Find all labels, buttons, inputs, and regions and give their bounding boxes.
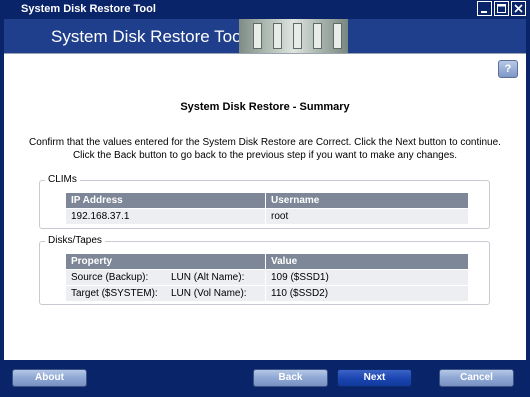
maximize-button[interactable] [494, 1, 509, 16]
maximize-icon [497, 4, 506, 13]
drive-slot [253, 23, 262, 49]
close-button[interactable] [511, 1, 526, 16]
clims-group-label: CLIMs [45, 174, 80, 185]
help-button[interactable]: ? [498, 60, 518, 78]
window-title: System Disk Restore Tool [21, 3, 156, 15]
page-title: System Disk Restore - Summary [180, 101, 350, 113]
header-banner: System Disk Restore Tool [4, 19, 526, 53]
cancel-button[interactable]: Cancel [439, 369, 514, 387]
button-bar: About Back Next Cancel [4, 360, 526, 393]
help-icon: ? [504, 63, 512, 75]
instructions-text: Confirm that the values entered for the … [29, 137, 501, 161]
about-button[interactable]: About [12, 369, 87, 387]
property-attribute: LUN (Alt Name): [171, 272, 245, 283]
back-button[interactable]: Back [253, 369, 328, 387]
minimize-button[interactable] [477, 1, 492, 16]
column-header-property: Property [65, 253, 266, 270]
table-header-row: IP Address Username [65, 192, 469, 209]
minimize-icon [481, 11, 487, 13]
drive-slot [333, 23, 342, 49]
value-cell: 110 ($SSD2) [265, 285, 469, 302]
ip-address-cell: 192.168.37.1 [65, 208, 266, 225]
column-header-value: Value [265, 253, 469, 270]
table-row[interactable]: Target ($SYSTEM): LUN (Vol Name): 110 ($S… [65, 285, 469, 302]
banner-title: System Disk Restore Tool [51, 27, 246, 46]
disks-tapes-group-label: Disks/Tapes [45, 235, 105, 246]
property-role: Target ($SYSTEM): [71, 288, 158, 299]
title-bar: System Disk Restore Tool [0, 0, 530, 19]
property-attribute: LUN (Vol Name): [171, 288, 247, 299]
clims-table: IP Address Username 192.168.37.1 root [65, 192, 469, 225]
disks-tapes-group: Disks/Tapes Property Value Source (Backu… [39, 235, 490, 305]
column-header-ip-address: IP Address [65, 192, 266, 209]
drive-slot [273, 23, 282, 49]
clims-group: CLIMs IP Address Username 192.168.37.1 r… [39, 174, 490, 229]
property-cell: Source (Backup): LUN (Alt Name): [65, 269, 266, 286]
username-cell: root [265, 208, 469, 225]
next-button[interactable]: Next [337, 369, 412, 387]
disks-tapes-table: Property Value Source (Backup): LUN (Alt … [65, 253, 469, 302]
application-window: System Disk Restore Tool System Disk Res… [0, 0, 530, 397]
hardware-banner-image [239, 19, 348, 53]
close-icon [514, 4, 523, 13]
value-cell: 109 ($SSD1) [265, 269, 469, 286]
drive-slot [293, 23, 302, 49]
property-role: Source (Backup): [71, 272, 149, 283]
content-panel: ? System Disk Restore - Summary Confirm … [4, 53, 526, 360]
table-header-row: Property Value [65, 253, 469, 270]
column-header-username: Username [265, 192, 469, 209]
table-row[interactable]: Source (Backup): LUN (Alt Name): 109 ($SS… [65, 269, 469, 286]
table-row[interactable]: 192.168.37.1 root [65, 208, 469, 225]
property-cell: Target ($SYSTEM): LUN (Vol Name): [65, 285, 266, 302]
drive-slot [313, 23, 322, 49]
